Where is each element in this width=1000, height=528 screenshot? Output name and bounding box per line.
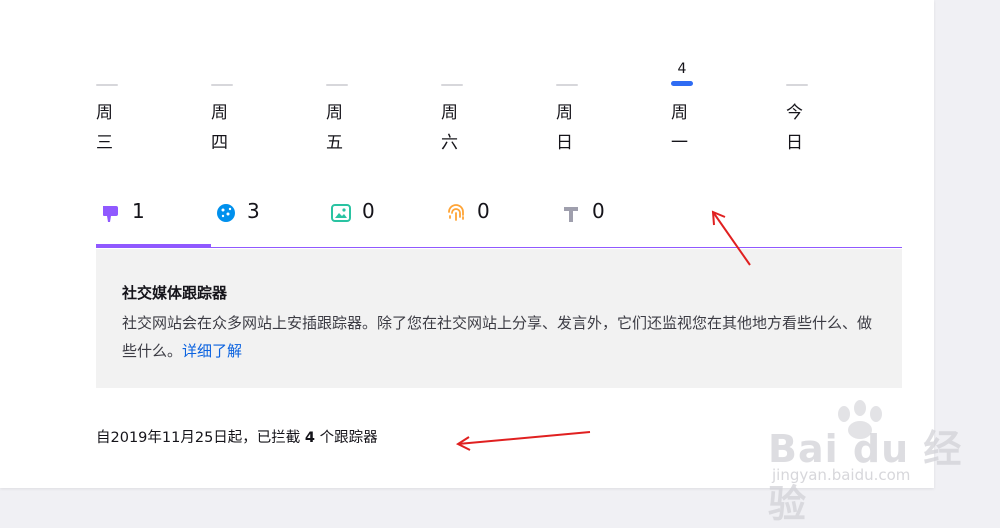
day-bar xyxy=(326,84,348,86)
tracker-tab-count: 0 xyxy=(362,199,375,223)
blocked-summary: 自2019年11月25日起，已拦截 4 个跟踪器 xyxy=(96,428,378,448)
panel-title: 社交媒体跟踪器 xyxy=(122,284,228,302)
day-bar xyxy=(211,84,233,86)
weekly-blocked-chart: 周三 周四 周五 周六 周日 4 周一 今日 xyxy=(96,58,856,158)
watermark-url: jingyan.baidu.com xyxy=(772,466,911,484)
day-column: 4 周一 xyxy=(671,58,731,158)
day-bar xyxy=(671,81,693,86)
day-bar xyxy=(786,84,808,86)
summary-suffix: 个跟踪器 xyxy=(315,430,378,446)
tracker-tab-count: 0 xyxy=(592,199,605,223)
baidu-watermark: Bai du 经验 jingyan.baidu.com xyxy=(760,400,1000,526)
tracker-tab-count: 3 xyxy=(247,199,260,223)
panel-description: 社交网站会在众多网站上安插跟踪器。除了您在社交网站上分享、发言外，它们还监视您在… xyxy=(122,309,882,365)
day-bar xyxy=(441,84,463,86)
tracker-type-tabs: 1 3 0 0 0 xyxy=(96,190,902,248)
learn-more-link[interactable]: 详细了解 xyxy=(182,342,242,360)
social-thumbs-down-icon xyxy=(100,202,122,224)
tracker-tab-count: 0 xyxy=(477,199,490,223)
summary-prefix: 自2019年11月25日起，已拦截 xyxy=(96,430,305,446)
day-label: 周四 xyxy=(211,103,228,153)
day-label: 周六 xyxy=(441,103,458,153)
day-label: 周一 xyxy=(671,103,688,153)
tracker-tab[interactable]: 0 xyxy=(326,190,441,248)
day-label: 今日 xyxy=(786,103,803,153)
day-label: 周日 xyxy=(556,103,573,153)
day-bar xyxy=(556,84,578,86)
day-label: 周五 xyxy=(326,103,343,153)
image-icon xyxy=(330,202,352,224)
day-bar xyxy=(96,84,118,86)
day-column: 周五 xyxy=(326,58,386,158)
hammer-icon xyxy=(560,202,582,224)
tracker-tab[interactable]: 1 xyxy=(96,190,211,248)
tracker-description-panel: 社交媒体跟踪器 社交网站会在众多网站上安插跟踪器。除了您在社交网站上分享、发言外… xyxy=(96,249,902,388)
tracker-tab[interactable]: 0 xyxy=(556,190,671,248)
day-label: 周三 xyxy=(96,103,113,153)
tracker-tab-count: 1 xyxy=(132,199,145,223)
tracker-tab[interactable]: 0 xyxy=(441,190,556,248)
day-column: 今日 xyxy=(786,58,846,158)
day-column: 周六 xyxy=(441,58,501,158)
cookie-icon xyxy=(215,202,237,224)
selected-tab-underline xyxy=(96,244,211,248)
summary-count: 4 xyxy=(304,430,316,446)
fingerprint-icon xyxy=(445,202,467,224)
day-column: 周三 xyxy=(96,58,156,158)
day-column: 周四 xyxy=(211,58,271,158)
day-column: 周日 xyxy=(556,58,616,158)
tracker-tab[interactable]: 3 xyxy=(211,190,326,248)
day-count: 4 xyxy=(677,61,687,77)
